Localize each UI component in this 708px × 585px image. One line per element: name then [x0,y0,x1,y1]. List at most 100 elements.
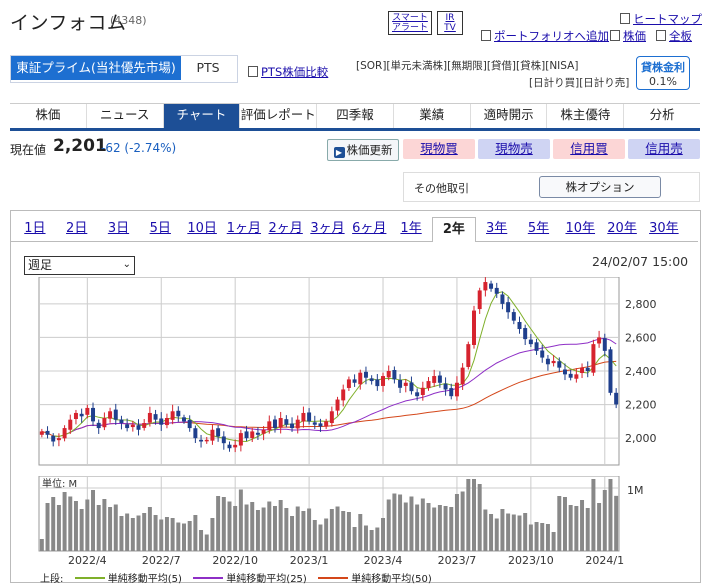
volume-bar [608,479,613,551]
candle-body [398,379,403,388]
candle-body [238,433,243,446]
full-board-link[interactable]: 全板 [656,28,692,44]
lending-rate-box[interactable]: 貸株金利 0.1% [636,56,690,90]
stock-code: (4348) [110,14,147,27]
volume-bar [119,516,124,551]
ir-tv-button[interactable]: IR TV [437,11,463,35]
margin-buy-button[interactable]: 信用買 [553,139,625,159]
candle-body [147,412,152,423]
period-tab[interactable]: 6ヶ月 [348,217,390,241]
period-tab[interactable]: 20年 [601,217,643,241]
x-tick-label: 2024/1 [585,554,624,567]
period-tab[interactable]: 5年 [518,217,560,241]
cash-sell-button[interactable]: 現物売 [478,139,550,159]
candle-body [210,429,215,441]
legend-ma5: 単純移動平均(5) [107,574,182,585]
market-tab-tse-prime[interactable]: 東証プライム(当社優先市場) [11,56,181,80]
market-tab-pts[interactable]: PTS [184,56,232,80]
period-tab[interactable]: 1日 [14,217,56,241]
nav-shikiho[interactable]: 四季報 [317,104,394,128]
x-tick-label: 2023/1 [290,554,329,567]
candle-body [272,419,277,429]
interval-select[interactable]: 週足 ⌄ [24,256,135,275]
add-portfolio-link[interactable]: ポートフォリオへ追加 [481,28,609,44]
volume-bar [534,522,539,551]
candle-body [312,422,317,425]
period-tab[interactable]: 5日 [139,217,181,241]
other-trade-label: その他取引 [414,182,469,195]
candle-body [56,438,61,441]
volume-bar [517,515,522,551]
volume-bar [591,479,596,551]
period-tab[interactable]: 1ヶ月 [223,217,265,241]
volume-bar [568,505,573,551]
pts-compare-label: PTS株価比較 [261,65,329,79]
candle-body [284,419,289,425]
candle-body [295,419,300,429]
margin-sell-button[interactable]: 信用売 [628,139,700,159]
candle-body [562,369,567,375]
candle-body [91,407,96,422]
candle-body [261,429,266,434]
period-tab[interactable]: 3年 [476,217,518,241]
nav-stock-price[interactable]: 株価 [10,104,87,128]
candle-body [517,321,522,330]
candle-body [528,339,533,345]
interval-select-value: 週足 [28,258,53,272]
nav-shareholder-benefits[interactable]: 株主優待 [547,104,625,128]
candle-body [176,410,181,417]
tag-sor: [SOR] [356,60,387,72]
volume-bar [483,509,488,551]
price-chart[interactable]: 2,800 2,600 2,400 2,200 2,000 [37,277,697,467]
volume-bar [545,524,550,551]
volume-bar [159,519,164,551]
volume-bar [278,500,283,551]
heatmap-link[interactable]: ヒートマップ [620,11,702,27]
candle-body [494,287,499,294]
stock-price-link[interactable]: 株価 [610,28,646,44]
period-tab[interactable]: 3ヶ月 [307,217,349,241]
volume-bar [420,498,425,551]
volume-bar [392,493,397,551]
refresh-icon: ▶ [333,147,345,158]
volume-bar [477,484,482,551]
nav-chart[interactable]: チャート [163,104,241,128]
volume-bar [381,518,386,551]
candle-body [136,425,141,430]
refresh-price-button[interactable]: ▶ 株価更新 [327,139,399,161]
period-tab[interactable]: 30年 [643,217,685,241]
tag-odd-lot: [単元未満株] [386,60,448,72]
period-tab[interactable]: 2年 [431,217,476,242]
smart-alert-button[interactable]: スマート アラート [388,11,432,35]
price-change: -62 (-2.74%) [101,141,177,155]
nav-analysis[interactable]: 分析 [624,104,700,128]
volume-bar [415,504,420,551]
volume-bar [426,503,431,551]
pts-compare-link[interactable]: PTS株価比較 [248,64,328,80]
volume-bar [187,521,192,551]
period-tab[interactable]: 1年 [390,217,432,241]
volume-bar [528,524,533,551]
candle-body [125,424,130,429]
period-tab[interactable]: 10日 [181,217,223,241]
nav-rating-report[interactable]: 評価レポート [240,104,318,128]
candle-body [216,428,221,437]
candle-body [96,422,101,429]
period-tab[interactable]: 10年 [559,217,601,241]
legend-ma25: 単純移動平均(25) [226,574,307,585]
cash-buy-button[interactable]: 現物買 [403,139,475,159]
stock-price-label: 株価 [623,29,646,43]
nav-disclosure[interactable]: 適時開示 [471,104,548,128]
volume-bar [562,497,567,551]
current-price: 2,201 [53,136,107,156]
stock-option-button[interactable]: 株オプション [539,176,661,198]
volume-bar [585,508,590,551]
period-tab[interactable]: 2ヶ月 [265,217,307,241]
nav-news[interactable]: ニュース [87,104,164,128]
volume-bar [511,514,516,551]
period-tab[interactable]: 2日 [56,217,98,241]
volume-bar [153,515,158,551]
period-tab[interactable]: 3日 [98,217,140,241]
nav-performance[interactable]: 業績 [394,104,471,128]
volume-bar [324,518,329,551]
